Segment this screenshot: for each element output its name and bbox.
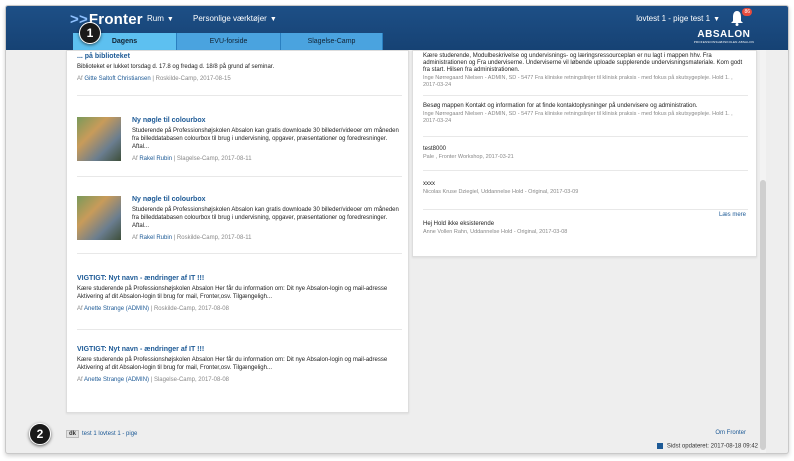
message-body: Kære studerende, Modulbeskrivelse og und… [423,53,743,73]
message-meta: Pale , Fronter Workshop, 2017-03-21 [423,154,514,160]
rss-icon[interactable] [656,443,663,449]
divider [423,136,748,137]
read-more-link[interactable]: Læs mere [719,212,746,218]
news-title[interactable]: VIGTIGT: Nyt navn - ændringer af IT !!! [77,275,402,282]
news-meta: Af Gitte Saltoft Christiansen | Roskilde… [77,76,231,82]
message-meta: Inge Nørregaard Nielsen - ADMIN, SD - 54… [423,75,733,88]
divider [77,176,402,177]
menu-personal-tools[interactable]: Personlige værktøjer ▼ [193,14,277,23]
author-link[interactable]: Anette Strange (ADMIN) [84,377,149,383]
news-title[interactable]: Ny nøgle til colourbox [132,117,402,124]
news-body: Biblioteket er lukket torsdag d. 17.8 og… [77,64,275,70]
message-item: Kære studerende, Modulbeskrivelse og und… [423,53,748,89]
tab-bar: Dagens EVU-forside Slagelse-Camp [73,33,383,50]
news-body: Kære studerende på Professionshøjskolen … [77,286,388,300]
message-body: Hej Hold ikke eksisterende [423,221,495,227]
user-menu[interactable]: lovtest 1 - pige test 1 ▼ [636,14,720,23]
message-item: test8000 Pale , Fronter Workshop, 2017-0… [423,146,748,161]
tab-evu-forside[interactable]: EVU-forside [177,33,281,50]
last-updated: Sidst opdateret: 2017-08-18 09:42 [656,443,758,450]
scrollbar[interactable] [760,50,766,453]
absalon-logo: ABSALON PROFESSIONSHØJSKOLEN ABSALON [693,29,754,44]
divider [423,95,748,96]
message-body: xxxx [423,181,435,187]
author-link[interactable]: Rakel Rubin [139,235,172,241]
news-meta: Af Anette Strange (ADMIN) | Roskilde-Cam… [77,306,229,312]
message-item: Hej Hold ikke eksisterende Anne Vollen R… [423,221,748,236]
divider [77,95,402,96]
news-item: ... på biblioteket Biblioteket er lukket… [77,53,402,82]
language-selector[interactable]: dk [66,430,80,438]
news-item: Ny nøgle til colourbox Studerende på Pro… [77,117,402,162]
chevron-down-icon: ▼ [166,16,174,23]
news-meta: Af Rakel Rubin | Roskilde-Camp, 2017-08-… [132,235,252,241]
author-link[interactable]: Rakel Rubin [139,156,172,162]
menu-rum[interactable]: Rum ▼ [147,14,174,23]
divider [423,209,748,210]
top-bar: >>Fronter Rum ▼ Personlige værktøjer ▼ lov… [6,6,788,50]
news-body: Studerende på Professionshøjskolen Absal… [132,207,399,229]
message-item: xxxx Nicolas Kruse Dziegiel, Uddannelse … [423,181,748,196]
news-item: VIGTIGT: Nyt navn - ændringer af IT !!! … [77,275,402,312]
callout-1: 1 [79,22,101,44]
news-meta: Af Rakel Rubin | Slagelse-Camp, 2017-08-… [132,156,252,162]
news-item: Ny nøgle til colourbox Studerende på Pro… [77,196,402,241]
news-body: Kære studerende på Professionshøjskolen … [77,357,388,371]
footer-user-name[interactable]: test 1 lovtest 1 - pige [82,431,137,437]
scrollbar-thumb[interactable] [760,180,766,450]
message-meta: Inge Nørregaard Nielsen - ADMIN, SD - 54… [423,111,733,124]
chevron-down-icon: ▼ [269,16,277,23]
news-thumbnail[interactable] [77,196,121,240]
news-item: VIGTIGT: Nyt navn - ændringer af IT !!! … [77,346,402,383]
news-thumbnail[interactable] [77,117,121,161]
news-meta: Af Anette Strange (ADMIN) | Slagelse-Cam… [77,377,229,383]
notification-badge: 86 [742,8,752,16]
news-panel: ... på biblioteket Biblioteket er lukket… [66,50,409,413]
message-meta: Nicolas Kruse Dziegiel, Uddannelse Hold … [423,189,579,195]
news-title[interactable]: Ny nøgle til colourbox [132,196,402,203]
message-item: Besøg mappen Kontakt og information for … [423,103,748,125]
news-title[interactable]: VIGTIGT: Nyt navn - ændringer af IT !!! [77,346,402,353]
message-body: Besøg mappen Kontakt og information for … [423,103,698,109]
messages-panel: Kære studerende, Modulbeskrivelse og und… [412,50,757,257]
author-link[interactable]: Gitte Saltoft Christiansen [84,76,150,82]
news-body: Studerende på Professionshøjskolen Absal… [132,128,399,150]
divider [77,253,402,254]
footer-user: dk test 1 lovtest 1 - pige [66,430,137,438]
divider [423,170,748,171]
browser-frame: >>Fronter Rum ▼ Personlige værktøjer ▼ lov… [5,5,789,454]
author-link[interactable]: Anette Strange (ADMIN) [84,306,149,312]
divider [77,329,402,330]
news-title[interactable]: ... på biblioteket [77,53,402,60]
message-body: test8000 [423,146,447,152]
tab-slagelse-camp[interactable]: Slagelse-Camp [281,33,383,50]
chevron-down-icon: ▼ [713,16,720,23]
callout-2: 2 [29,423,51,445]
message-meta: Anne Vollen Rahn, Uddannelse Hold - Orig… [423,229,568,235]
about-fronter-link[interactable]: Om Fronter [715,430,746,436]
